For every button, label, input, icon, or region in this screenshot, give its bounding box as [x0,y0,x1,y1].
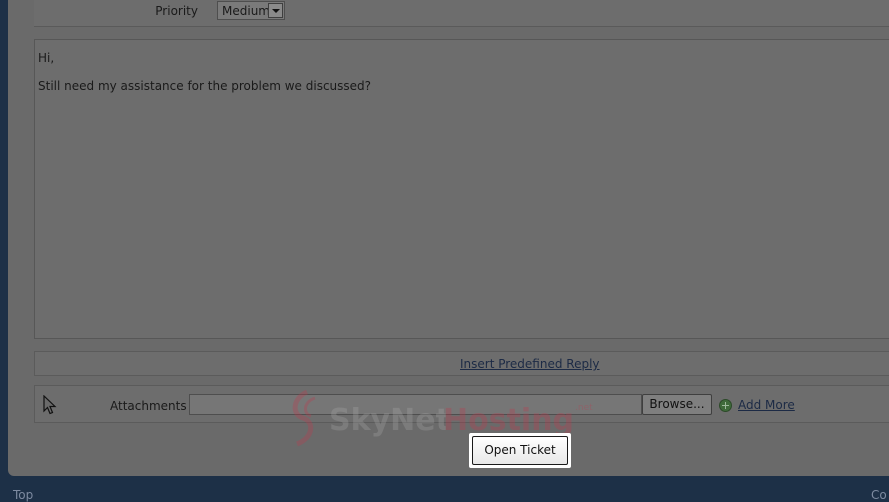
priority-label: Priority [155,4,198,18]
watermark-text: SkyNet [329,403,450,438]
message-line: Hi, [38,51,55,65]
add-more-link[interactable]: Add More [738,398,795,412]
message-line: Still need my assistance for the problem… [38,79,372,93]
attachments-label: Attachments [110,399,187,413]
predefined-reply-row: Insert Predefined Reply [34,351,889,376]
chevron-down-icon[interactable] [268,3,283,18]
add-icon[interactable] [719,399,732,412]
insert-predefined-reply-link[interactable]: Insert Predefined Reply [460,357,600,371]
open-ticket-button[interactable]: Open Ticket [472,436,568,465]
priority-row: Priority Medium [34,0,889,27]
watermark-subtext: .net [575,403,593,413]
browse-button[interactable]: Browse... [642,394,712,415]
priority-select[interactable]: Medium [217,1,285,20]
footer-bar: Top Co [0,480,889,502]
priority-selected-value: Medium [222,4,270,18]
cursor-icon [43,395,57,415]
message-textarea[interactable]: Hi, Still need my assistance for the pro… [34,39,889,339]
